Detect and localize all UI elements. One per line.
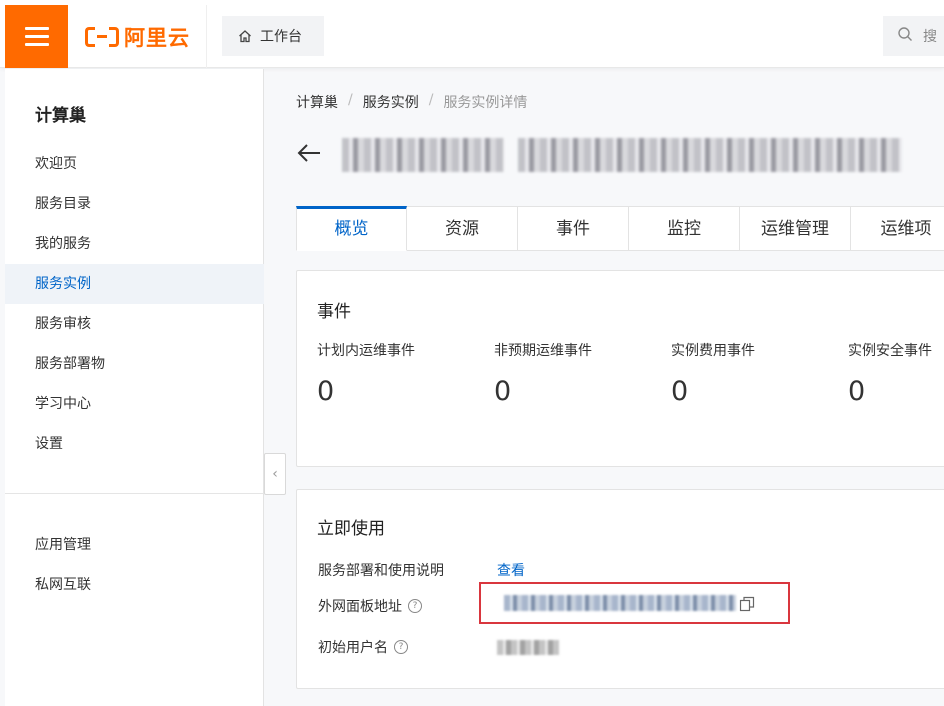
tab-events[interactable]: 事件 [518, 206, 629, 251]
sidebar-item-welcome[interactable]: 欢迎页 [5, 144, 264, 184]
event-label: 实例安全事件 [848, 343, 932, 359]
sidebar-item-private-network[interactable]: 私网互联 [5, 565, 264, 605]
search-icon [897, 26, 913, 46]
sidebar-item-service-instances[interactable]: 服务实例 [5, 264, 264, 304]
menu-line [24, 35, 49, 38]
event-label: 实例费用事件 [671, 343, 755, 359]
redacted-panel-url[interactable] [504, 595, 736, 611]
sidebar-item-settings[interactable]: 设置 [5, 424, 264, 464]
menu-line [24, 27, 49, 30]
breadcrumb-current: 服务实例详情 [443, 95, 528, 111]
sidebar-item-app-management[interactable]: 应用管理 [5, 525, 264, 565]
search-placeholder: 搜 [923, 29, 937, 45]
home-icon [238, 29, 252, 43]
workbench-label: 工作台 [260, 29, 302, 45]
tab-ops-items[interactable]: 运维项 [851, 206, 944, 251]
breadcrumb-item[interactable]: 计算巢 [296, 92, 338, 112]
deploy-doc-label-text: 服务部署和使用说明 [318, 563, 444, 579]
public-panel-url-label-text: 外网面板地址 [318, 599, 402, 615]
sidebar: 计算巢 欢迎页 服务目录 我的服务 服务实例 服务审核 服务部署物 学习中心 设… [5, 69, 264, 706]
event-label: 非预期运维事件 [494, 343, 592, 359]
sidebar-title: 计算巢 [35, 106, 86, 126]
breadcrumb-item[interactable]: 服务实例 [363, 92, 419, 112]
help-icon[interactable]: ? [394, 640, 408, 654]
aliyun-logo[interactable]: 阿里云 [68, 5, 207, 68]
search-input[interactable]: 搜 [883, 16, 944, 56]
initial-username-label: 初始用户名 ? [318, 637, 408, 657]
tab-resources[interactable]: 资源 [407, 206, 518, 251]
deploy-doc-label: 服务部署和使用说明 [318, 560, 444, 580]
quick-use-card-title: 立即使用 [317, 519, 385, 539]
event-count[interactable]: 0 [848, 376, 865, 407]
tab-ops-management[interactable]: 运维管理 [740, 206, 851, 251]
sidebar-item-learning-center[interactable]: 学习中心 [5, 384, 264, 424]
redacted-instance-name [342, 138, 504, 172]
workbench-button[interactable]: 工作台 [222, 16, 324, 56]
public-panel-url-label: 外网面板地址 ? [318, 596, 422, 616]
sidebar-nav: 欢迎页 服务目录 我的服务 服务实例 服务审核 服务部署物 学习中心 设置 [5, 144, 264, 464]
event-count[interactable]: 0 [317, 376, 334, 407]
chevron-left-icon: ‹ [272, 466, 278, 482]
view-doc-link[interactable]: 查看 [497, 560, 525, 580]
sidebar-item-service-artifacts[interactable]: 服务部署物 [5, 344, 264, 384]
logo-text: 阿里云 [124, 25, 190, 50]
menu-line [24, 43, 49, 46]
tab-monitoring[interactable]: 监控 [629, 206, 740, 251]
redacted-username [497, 640, 559, 655]
breadcrumb: 计算巢 / 服务实例 / 服务实例详情 [296, 92, 527, 112]
event-count[interactable]: 0 [494, 376, 511, 407]
sidebar-divider [5, 493, 264, 494]
events-card: 事件 计划内运维事件 0 非预期运维事件 0 实例费用事件 0 实例安全事件 0 [296, 270, 944, 467]
aliyun-logo-icon [85, 26, 119, 47]
sidebar-item-my-services[interactable]: 我的服务 [5, 224, 264, 264]
breadcrumb-separator: / [348, 92, 353, 108]
sidebar-item-service-review[interactable]: 服务审核 [5, 304, 264, 344]
redacted-instance-id [518, 138, 902, 172]
detail-tabs: 概览 资源 事件 监控 运维管理 运维项 [296, 206, 944, 251]
hamburger-menu-button[interactable] [5, 5, 68, 68]
top-bar: 阿里云 工作台 搜 [0, 0, 944, 68]
event-label: 计划内运维事件 [317, 343, 415, 359]
sidebar-item-service-catalog[interactable]: 服务目录 [5, 184, 264, 224]
tab-overview[interactable]: 概览 [296, 206, 407, 251]
copy-icon[interactable] [739, 596, 755, 612]
breadcrumb-separator: / [428, 92, 434, 108]
back-arrow-icon[interactable] [296, 141, 322, 165]
events-card-title: 事件 [317, 302, 351, 322]
sidebar-collapse-button[interactable]: ‹ [264, 453, 286, 495]
help-icon[interactable]: ? [408, 599, 422, 613]
event-count[interactable]: 0 [671, 376, 688, 407]
sidebar-nav-secondary: 应用管理 私网互联 [5, 525, 264, 605]
initial-username-label-text: 初始用户名 [318, 640, 388, 656]
quick-use-card: 立即使用 服务部署和使用说明 查看 外网面板地址 ? 初始用户名 ? [296, 489, 944, 689]
